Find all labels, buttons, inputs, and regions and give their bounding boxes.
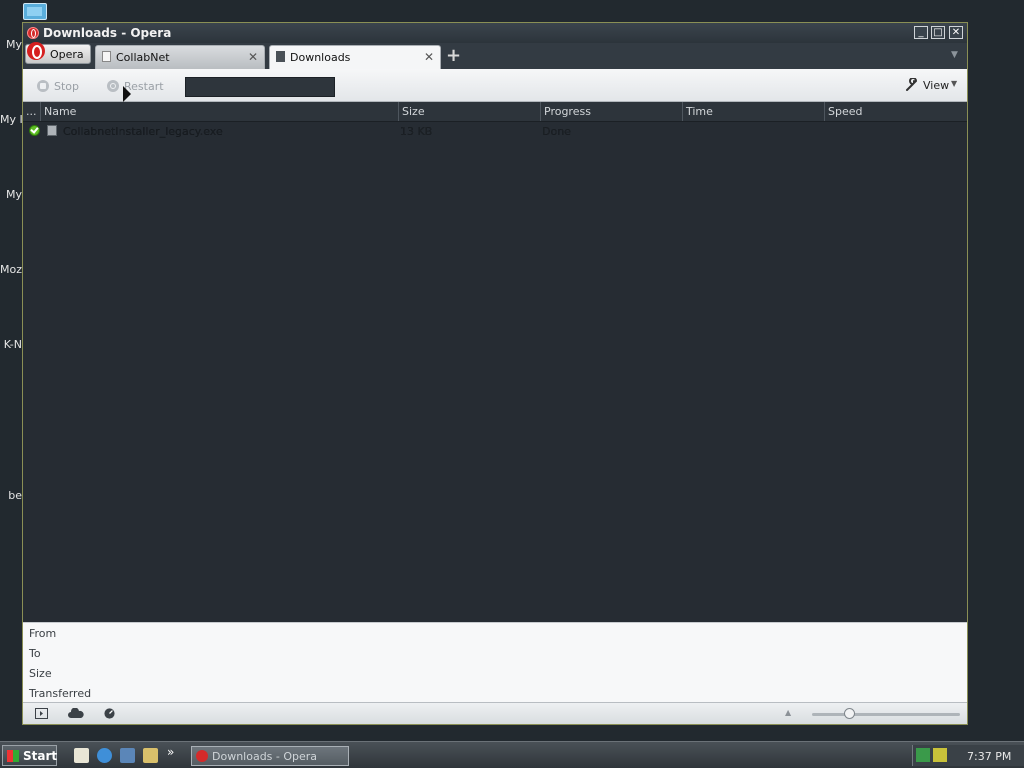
up-arrow-icon[interactable]: ▲ xyxy=(785,708,791,717)
window-titlebar[interactable]: Downloads - Opera _ □ ✕ xyxy=(23,23,967,43)
column-name[interactable]: Name xyxy=(41,102,399,121)
desktop-top-icon[interactable] xyxy=(23,3,47,20)
opera-turbo-icon[interactable] xyxy=(103,708,116,719)
volume-icon[interactable] xyxy=(933,748,947,762)
downloads-icon xyxy=(276,51,285,62)
page-icon xyxy=(102,51,111,62)
internet-explorer-icon[interactable] xyxy=(97,748,112,763)
opera-unite-cloud-icon[interactable] xyxy=(68,708,84,719)
column-size[interactable]: Size xyxy=(399,102,541,121)
column-header: ... Name Size Progress Time Speed xyxy=(23,102,967,122)
desktop-icon-label[interactable]: My xyxy=(0,188,22,201)
stop-icon xyxy=(37,80,49,92)
stop-label: Stop xyxy=(54,80,80,93)
tab-label: Downloads xyxy=(290,51,351,64)
start-label: Start xyxy=(23,749,58,763)
opera-logo-icon xyxy=(27,27,39,39)
close-window-button[interactable]: ✕ xyxy=(949,26,963,39)
opera-logo-icon xyxy=(196,750,208,762)
view-label: View xyxy=(923,79,950,92)
download-name: CollabnetInstaller_legacy.exe xyxy=(63,125,223,138)
start-button[interactable]: Start xyxy=(2,745,57,766)
new-tab-button[interactable]: + xyxy=(446,45,461,66)
taskbar: Start » Downloads - Opera 7:37 PM xyxy=(0,741,1024,768)
exe-file-icon xyxy=(47,125,57,136)
taskbar-item-label: Downloads - Opera xyxy=(212,750,318,763)
minimize-button[interactable]: _ xyxy=(914,26,928,39)
opera-menu-label: Opera xyxy=(50,48,84,61)
opera-logo-icon xyxy=(27,42,45,60)
desktop-icon-label[interactable]: K-N xyxy=(0,338,22,351)
downloads-toolbar: Stop Restart View ▼ xyxy=(23,69,967,102)
search-files-icon[interactable] xyxy=(143,748,158,763)
restart-icon xyxy=(107,80,119,92)
tab-menu-icon[interactable]: ▼ xyxy=(951,50,958,60)
opera-window: Downloads - Opera _ □ ✕ Opera CollabNet … xyxy=(22,22,968,725)
outlook-express-icon[interactable] xyxy=(120,748,135,763)
opera-menu-button[interactable]: Opera xyxy=(25,42,91,64)
download-size: 13 KB xyxy=(400,125,433,138)
status-bar: ▲ xyxy=(23,702,967,724)
window-title: Downloads - Opera xyxy=(43,26,172,40)
done-check-icon xyxy=(29,125,40,136)
column-time[interactable]: Time xyxy=(683,102,825,121)
desktop-icon-label[interactable]: My I xyxy=(0,113,22,126)
taskbar-item-opera[interactable]: Downloads - Opera xyxy=(191,746,349,766)
desktop-icon-label[interactable]: Moz xyxy=(0,263,22,276)
wrench-icon xyxy=(906,78,918,91)
chevron-down-icon: ▼ xyxy=(951,79,958,88)
detail-from-label: From xyxy=(29,627,57,640)
tab-downloads[interactable]: Downloads ✕ xyxy=(269,45,441,69)
show-desktop-icon[interactable] xyxy=(74,748,89,763)
close-tab-icon[interactable]: ✕ xyxy=(424,50,434,64)
search-input[interactable] xyxy=(185,77,335,97)
tab-bar: Opera CollabNet ✕ Downloads ✕ + ▼ xyxy=(23,42,967,69)
network-icon[interactable] xyxy=(916,748,930,762)
detail-to-label: To xyxy=(29,647,41,660)
detail-transferred-label: Transferred xyxy=(29,687,92,700)
desktop-icon-label[interactable]: My xyxy=(0,38,22,51)
desktop-icon-label[interactable]: be xyxy=(0,489,22,502)
tab-collabnet[interactable]: CollabNet ✕ xyxy=(95,45,265,69)
stop-button[interactable]: Stop xyxy=(37,80,80,93)
column-progress[interactable]: Progress xyxy=(541,102,683,121)
mouse-cursor xyxy=(123,86,131,102)
column-status[interactable]: ... xyxy=(23,102,41,121)
download-progress: Done xyxy=(542,125,571,138)
zoom-slider[interactable] xyxy=(812,713,960,716)
details-panel: From To Size Transferred xyxy=(23,622,967,702)
close-tab-icon[interactable]: ✕ xyxy=(248,50,258,64)
windows-logo-icon xyxy=(7,750,19,762)
table-row[interactable]: CollabnetInstaller_legacy.exe 13 KB Done xyxy=(23,122,967,140)
column-speed[interactable]: Speed xyxy=(825,102,967,121)
detail-size-label: Size xyxy=(29,667,52,680)
downloads-list[interactable]: CollabnetInstaller_legacy.exe 13 KB Done xyxy=(23,122,967,622)
tab-label: CollabNet xyxy=(116,51,170,64)
zoom-slider-handle[interactable] xyxy=(844,708,855,719)
panel-toggle-icon[interactable] xyxy=(35,708,48,719)
quicklaunch-more-icon[interactable]: » xyxy=(167,745,174,759)
maximize-button[interactable]: □ xyxy=(931,26,945,39)
clock[interactable]: 7:37 PM xyxy=(967,750,1011,763)
